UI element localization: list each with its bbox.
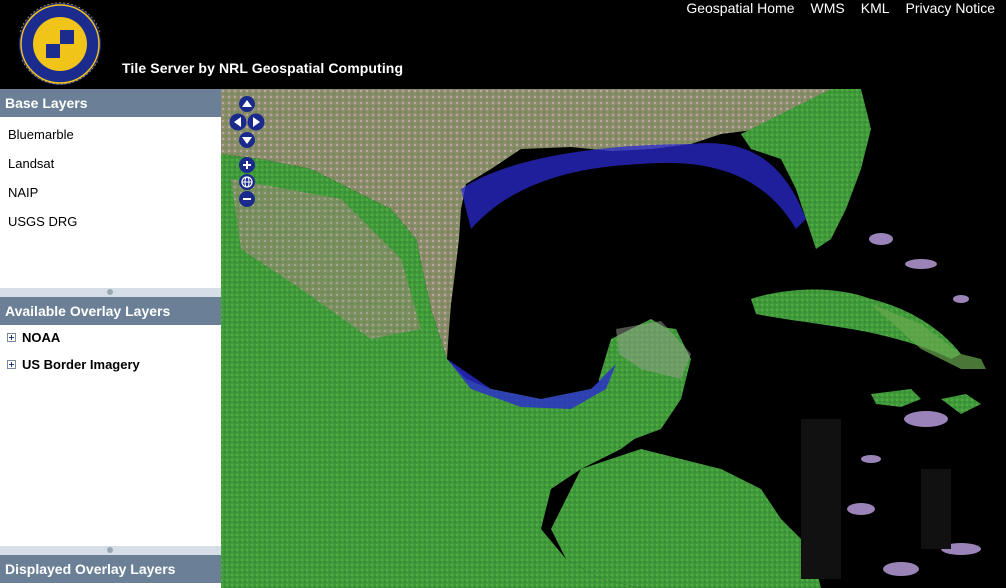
map-viewport[interactable] — [221, 89, 1006, 588]
base-layers-header[interactable]: Base Layers — [0, 89, 221, 117]
displayed-layers-header[interactable]: Displayed Overlay Layers — [0, 555, 221, 583]
pan-left-icon — [229, 113, 247, 131]
pan-down-icon — [239, 132, 255, 148]
zoom-world-icon — [239, 174, 255, 190]
panel-splitter[interactable] — [0, 288, 221, 297]
overlay-layers-header[interactable]: Available Overlay Layers — [0, 297, 221, 325]
satellite-imagery — [221, 89, 1006, 588]
nav-link-privacy-notice[interactable]: Privacy Notice — [906, 0, 995, 16]
page-header: Tile Server by NRL Geospatial Computing … — [0, 0, 1006, 89]
zoom-out-icon — [239, 191, 255, 207]
base-layer-usgs-drg[interactable]: USGS DRG — [8, 214, 77, 229]
expand-plus-icon[interactable] — [7, 359, 16, 369]
overlay-item-us-border-imagery[interactable]: US Border Imagery — [7, 356, 140, 372]
layer-sidebar: Base Layers Bluemarble Landsat NAIP USGS… — [0, 89, 221, 588]
top-nav: Geospatial Home WMS KML Privacy Notice — [670, 0, 995, 16]
nav-link-wms[interactable]: WMS — [811, 0, 845, 16]
overlay-item-noaa[interactable]: NOAA — [7, 329, 60, 345]
pan-right-icon — [247, 113, 265, 131]
site-title: Tile Server by NRL Geospatial Computing — [122, 60, 404, 76]
expand-plus-icon[interactable] — [7, 332, 16, 342]
base-layer-bluemarble[interactable]: Bluemarble — [8, 127, 74, 142]
nrl-logo[interactable] — [10, 2, 110, 86]
base-layer-naip[interactable]: NAIP — [8, 185, 38, 200]
pan-up-icon — [239, 96, 255, 112]
splitter-grip-icon — [107, 289, 113, 295]
nav-link-geospatial-home[interactable]: Geospatial Home — [686, 0, 794, 16]
base-layer-landsat[interactable]: Landsat — [8, 156, 54, 171]
zoom-in-icon — [239, 157, 255, 173]
panel-splitter[interactable] — [0, 546, 221, 555]
nav-link-kml[interactable]: KML — [861, 0, 890, 16]
nrl-seal-icon — [19, 2, 101, 85]
overlay-label: US Border Imagery — [22, 356, 140, 372]
splitter-grip-icon — [107, 547, 113, 553]
overlay-label: NOAA — [22, 329, 61, 345]
